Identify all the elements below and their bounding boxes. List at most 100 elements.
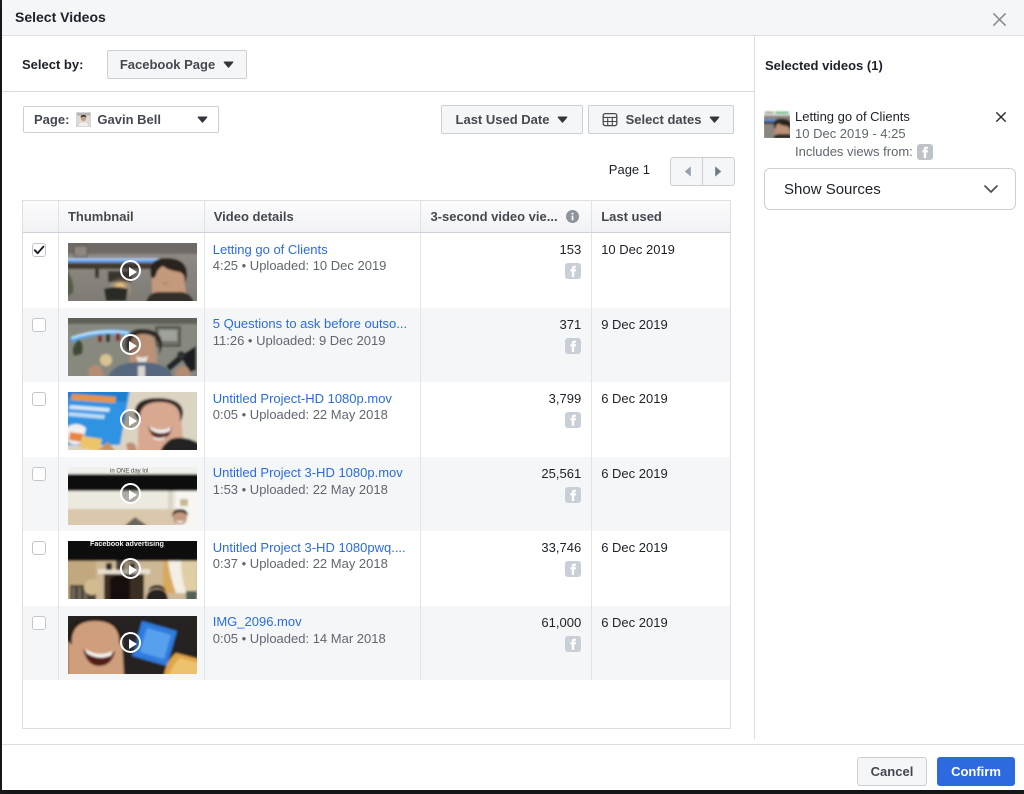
- details-cell: Untitled Project 3-HD 1080p.mov 1:53 • U…: [204, 457, 421, 532]
- views-count: 153: [429, 242, 581, 257]
- chevron-down-icon: [984, 185, 998, 193]
- video-thumbnail: [68, 392, 197, 450]
- checkbox-cell: [23, 382, 58, 457]
- video-meta: 0:37 • Uploaded: 22 May 2018: [213, 556, 413, 571]
- table-row[interactable]: Untitled Project-HD 1080p.mov 0:05 • Upl…: [23, 382, 730, 457]
- row-checkbox-checked[interactable]: [32, 243, 46, 257]
- last-used-cell: 6 Dec 2019: [591, 606, 730, 681]
- sort-dropdown[interactable]: Last Used Date: [441, 105, 583, 134]
- row-checkbox[interactable]: [32, 467, 46, 481]
- calendar-icon: [602, 112, 618, 127]
- thumbnail-cell: [58, 382, 204, 457]
- modal-titlebar: Select Videos: [2, 0, 1024, 36]
- video-meta: 1:53 • Uploaded: 22 May 2018: [213, 482, 413, 497]
- views-cell: 153: [420, 233, 591, 308]
- remove-selected-icon[interactable]: [995, 111, 1007, 123]
- last-used-cell: 6 Dec 2019: [591, 382, 730, 457]
- page-selector-label: Page:: [34, 112, 69, 127]
- details-cell: Untitled Project-HD 1080p.mov 0:05 • Upl…: [204, 382, 421, 457]
- header-checkbox-cell: [23, 201, 58, 232]
- arrow-left-icon: [682, 165, 692, 178]
- select-dates-label: Select dates: [626, 112, 702, 127]
- select-dates-dropdown[interactable]: Select dates: [588, 105, 734, 134]
- thumbnail-cell: [58, 606, 204, 681]
- show-sources-dropdown[interactable]: Show Sources: [764, 168, 1016, 210]
- confirm-button[interactable]: Confirm: [937, 757, 1015, 786]
- header-views: 3-second video vie...: [420, 201, 591, 232]
- views-cell: 33,746: [420, 531, 591, 606]
- video-title-link[interactable]: Untitled Project-HD 1080p.mov: [213, 391, 413, 406]
- last-used-cell: 10 Dec 2019: [591, 233, 730, 308]
- play-icon: [120, 558, 141, 579]
- video-meta: 0:05 • Uploaded: 14 Mar 2018: [213, 631, 413, 646]
- footer-divider: [2, 744, 1024, 745]
- table-row[interactable]: IMG_2096.mov 0:05 • Uploaded: 14 Mar 201…: [23, 606, 730, 681]
- header-last-used: Last used: [591, 201, 730, 232]
- row-checkbox[interactable]: [32, 541, 46, 555]
- row-checkbox[interactable]: [32, 318, 46, 332]
- facebook-source-icon: [917, 144, 933, 160]
- show-sources-label: Show Sources: [784, 181, 881, 198]
- select-by-label: Select by:: [22, 50, 83, 79]
- thumbnail-cell: [58, 308, 204, 383]
- sidebar-divider: [754, 36, 755, 739]
- video-title-link[interactable]: Untitled Project 3-HD 1080p.mov: [213, 465, 413, 480]
- info-icon[interactable]: [566, 210, 579, 223]
- page-avatar: [76, 112, 91, 127]
- selected-video-includes-label: Includes views from:: [795, 144, 913, 159]
- page-background: { "modal": { "title": "Select Videos" },…: [0, 0, 1024, 794]
- next-page-button[interactable]: [702, 157, 735, 186]
- caret-down-icon: [197, 116, 208, 123]
- header-video-details: Video details: [204, 201, 421, 232]
- views-cell: 371: [420, 308, 591, 383]
- facebook-source-icon: [565, 263, 581, 279]
- views-count: 25,561: [429, 466, 581, 481]
- play-icon: [120, 483, 141, 504]
- play-icon: [120, 334, 141, 355]
- video-thumbnail: [68, 243, 197, 301]
- checkbox-cell: [23, 457, 58, 532]
- facebook-source-icon: [565, 561, 581, 577]
- prev-page-button[interactable]: [670, 157, 703, 186]
- select-by-dropdown[interactable]: Facebook Page: [107, 50, 247, 79]
- thumbnail-cell: Facebook advertising: [58, 531, 204, 606]
- views-count: 3,799: [429, 391, 581, 406]
- facebook-source-icon: [565, 487, 581, 503]
- table-row[interactable]: Facebook advertising Untitled Project 3-…: [23, 531, 730, 606]
- video-title-link[interactable]: Untitled Project 3-HD 1080pwq....: [213, 540, 413, 555]
- video-title-link[interactable]: 5 Questions to ask before outso...: [213, 316, 413, 331]
- facebook-source-icon: [565, 338, 581, 354]
- table-row[interactable]: Letting go of Clients 4:25 • Uploaded: 1…: [23, 233, 730, 308]
- thumbnail-cell: in ONE day lol: [58, 457, 204, 532]
- row-checkbox[interactable]: [32, 392, 46, 406]
- table-empty-area: [23, 680, 730, 728]
- table-row[interactable]: 5 Questions to ask before outso... 11:26…: [23, 308, 730, 383]
- table-row[interactable]: in ONE day lol Untitled Project 3-HD 108…: [23, 457, 730, 532]
- video-title-link[interactable]: Letting go of Clients: [213, 242, 413, 257]
- cancel-button-label: Cancel: [871, 764, 914, 779]
- video-thumbnail: [68, 616, 197, 674]
- check-icon: [33, 244, 45, 256]
- pagination-label: Page 1: [588, 155, 650, 184]
- cancel-button[interactable]: Cancel: [857, 757, 927, 786]
- confirm-button-label: Confirm: [951, 764, 1001, 779]
- svg-text:in ONE day lol: in ONE day lol: [110, 468, 148, 474]
- checkbox-cell: [23, 308, 58, 383]
- video-thumbnail: in ONE day lol: [68, 467, 197, 525]
- details-cell: Letting go of Clients 4:25 • Uploaded: 1…: [204, 233, 421, 308]
- selected-videos-heading: Selected videos (1): [765, 58, 883, 73]
- header-thumbnail: Thumbnail: [58, 201, 204, 232]
- facebook-source-icon: [565, 636, 581, 652]
- views-count: 61,000: [429, 615, 581, 630]
- svg-text:Facebook advertising: Facebook advertising: [90, 541, 164, 548]
- page-selector-dropdown[interactable]: Page: Gavin Bell: [23, 106, 219, 133]
- thumbnail-cell: [58, 233, 204, 308]
- close-icon[interactable]: [992, 12, 1007, 27]
- video-meta: 11:26 • Uploaded: 9 Dec 2019: [213, 333, 413, 348]
- video-meta: 4:25 • Uploaded: 10 Dec 2019: [213, 258, 413, 273]
- last-used-cell: 6 Dec 2019: [591, 457, 730, 532]
- row-checkbox[interactable]: [32, 616, 46, 630]
- checkbox-cell: [23, 233, 58, 308]
- modal-title: Select Videos: [15, 0, 106, 35]
- video-title-link[interactable]: IMG_2096.mov: [213, 614, 413, 629]
